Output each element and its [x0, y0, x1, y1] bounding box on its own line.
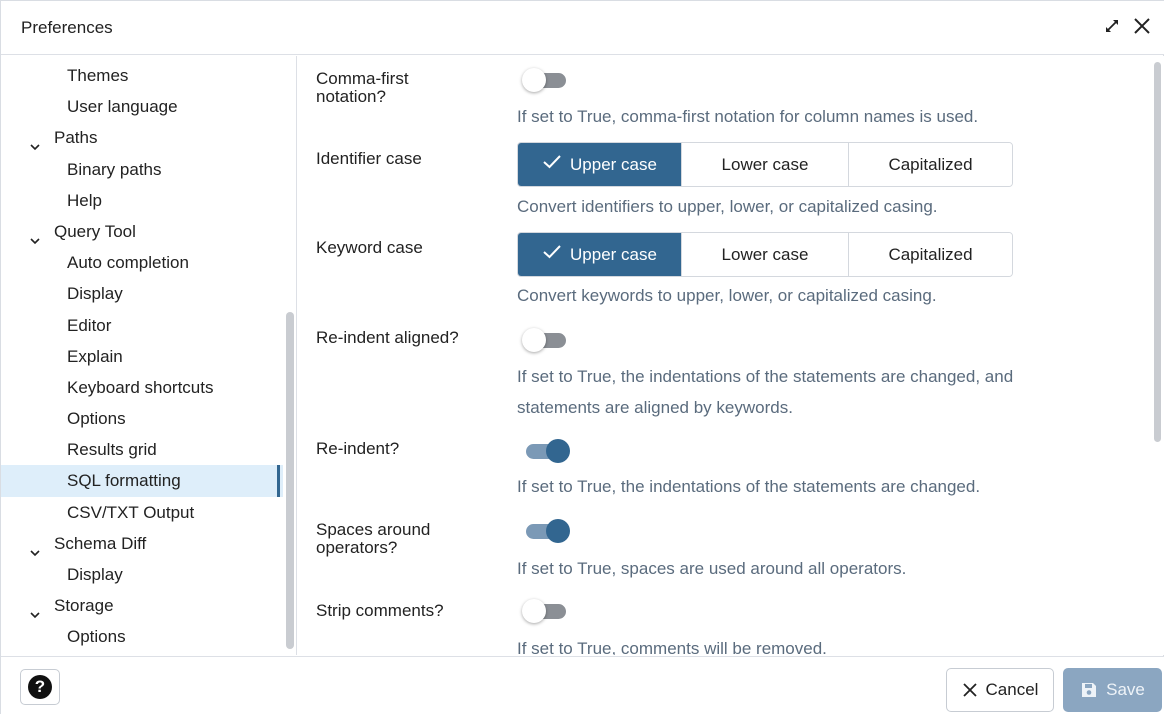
option-label: Upper case	[570, 244, 657, 264]
keyword-case-option[interactable]: Lower case	[682, 233, 849, 276]
identifier-case-option[interactable]: Capitalized	[849, 143, 1012, 186]
tree-item-options[interactable]: Options	[1, 403, 283, 434]
strip-comments-help: If set to True, comments will be removed…	[517, 639, 827, 655]
comma-first-label: Comma-first notation?	[316, 69, 409, 106]
preferences-dialog: Preferences Themes User language Paths Bina…	[0, 0, 1164, 715]
identifier-case-option[interactable]: Upper case	[518, 143, 682, 186]
preferences-tree: Themes User language Paths Binary paths Help…	[1, 60, 283, 653]
reindent-toggle[interactable]	[522, 438, 572, 464]
strip-comments-label: Strip comments?	[316, 601, 444, 620]
reindent-help: If set to True, the indentations of the …	[517, 477, 981, 496]
keyword-case-selector: Upper case Lower case Capitalized	[517, 232, 1013, 277]
check-icon	[542, 154, 562, 175]
close-icon[interactable]	[1131, 15, 1153, 37]
dialog-footer: ? Cancel Save	[1, 656, 1164, 715]
comma-first-toggle[interactable]	[522, 67, 572, 93]
spaces-around-operators-label: Spaces around operators?	[316, 520, 431, 557]
reindent-aligned-label: Re-indent aligned?	[316, 328, 459, 347]
tree-item-label: Storage	[54, 596, 114, 616]
reindent-aligned-help: If set to True, the indentations of the …	[517, 367, 1014, 417]
keyword-case-option[interactable]: Upper case	[518, 233, 682, 276]
tree-item-sql-formatting[interactable]: SQL formatting	[1, 465, 283, 497]
tree-item-label: User language	[67, 97, 178, 117]
tree-item-label: SQL formatting	[67, 471, 181, 491]
reindent-label: Re-indent?	[316, 439, 400, 458]
floppy-disk-icon	[1082, 683, 1097, 697]
tree-item-editor[interactable]: Editor	[1, 310, 283, 341]
tree-item-options[interactable]: Options	[1, 621, 283, 652]
strip-comments-toggle[interactable]	[522, 598, 572, 624]
tree-item-label: Binary paths	[67, 159, 162, 179]
chevron-down-icon[interactable]	[29, 132, 41, 151]
sql-formatting-settings: Comma-first notation? If set to True, co…	[298, 56, 1164, 655]
tree-item-label: Explain	[67, 346, 123, 366]
tree-item-label: Options	[67, 627, 126, 647]
spaces-around-operators-help: If set to True, spaces are used around a…	[517, 559, 907, 578]
tree-item-label: Schema Diff	[54, 533, 147, 553]
tree-item-display[interactable]: Display	[1, 559, 283, 590]
tree-group-query-tool[interactable]: Query Tool	[1, 216, 283, 247]
tree-item-label: CSV/TXT Output	[67, 502, 195, 522]
tree-item-results-grid[interactable]: Results grid	[1, 434, 283, 465]
tree-item-label: Paths	[54, 128, 98, 148]
tree-group-paths[interactable]: Paths	[1, 122, 283, 153]
option-label: Capitalized	[888, 154, 973, 174]
option-label: Lower case	[721, 244, 809, 264]
tree-item-label: Editor	[67, 315, 112, 335]
tree-item-label: Display	[67, 565, 123, 584]
tree-item-auto-completion[interactable]: Auto completion	[1, 247, 283, 278]
tree-item-label: Themes	[67, 66, 129, 85]
reindent-aligned-toggle[interactable]	[522, 327, 572, 353]
dialog-title: Preferences	[21, 18, 113, 37]
option-label: Lower case	[721, 154, 809, 174]
titlebar-actions	[1101, 15, 1153, 37]
tree-group-schema-diff[interactable]: Schema Diff	[1, 528, 283, 559]
tree-item-themes[interactable]: Themes	[1, 60, 283, 91]
tree-item-label: Keyboard shortcuts	[67, 377, 214, 397]
check-icon	[542, 244, 562, 265]
tree-item-binary-paths[interactable]: Binary paths	[1, 154, 283, 185]
content-scrollbar[interactable]	[1154, 62, 1161, 442]
x-icon	[962, 683, 977, 697]
tree-item-csv-txt-output[interactable]: CSV/TXT Output	[1, 497, 283, 528]
save-button-label: Save	[1106, 680, 1145, 699]
chevron-down-icon[interactable]	[29, 226, 41, 245]
keyword-case-option[interactable]: Capitalized	[849, 233, 1012, 276]
identifier-case-selector: Upper case Lower case Capitalized	[517, 142, 1013, 187]
identifier-case-help: Convert identifiers to upper, lower, or …	[517, 197, 938, 216]
option-label: Capitalized	[888, 244, 973, 264]
cancel-button-label: Cancel	[985, 680, 1039, 699]
keyword-case-help: Convert keywords to upper, lower, or cap…	[517, 286, 937, 305]
identifier-case-label: Identifier case	[316, 149, 422, 168]
tree-item-label: Options	[67, 409, 126, 429]
tree-item-label: Results grid	[67, 440, 157, 460]
tree-item-label: Help	[67, 190, 102, 210]
chevron-down-icon[interactable]	[29, 600, 41, 619]
save-button[interactable]: Save	[1063, 668, 1162, 712]
tree-group-storage[interactable]: Storage	[1, 590, 283, 621]
spaces-around-operators-toggle[interactable]	[522, 518, 572, 544]
comma-first-help: If set to True, comma-first notation for…	[517, 107, 979, 126]
tree-item-help[interactable]: Help	[1, 185, 283, 216]
tree-item-display[interactable]: Display	[1, 278, 283, 309]
tree-item-explain[interactable]: Explain	[1, 341, 283, 372]
tree-item-label: Display	[67, 284, 123, 304]
tree-item-label: Query Tool	[54, 221, 136, 241]
preferences-tree-panel: Themes User language Paths Binary paths Help…	[1, 56, 297, 655]
tree-item-user-language[interactable]: User language	[1, 91, 283, 122]
chevron-down-icon[interactable]	[29, 538, 41, 556]
dialog-titlebar: Preferences	[1, 1, 1164, 55]
expand-icon[interactable]	[1101, 15, 1123, 37]
sidebar-scrollbar[interactable]	[286, 312, 294, 649]
option-label: Upper case	[570, 154, 657, 174]
identifier-case-option[interactable]: Lower case	[682, 143, 849, 186]
question-circle-icon: ?	[28, 675, 52, 699]
help-button[interactable]: ?	[20, 669, 60, 705]
keyword-case-label: Keyword case	[316, 238, 423, 257]
tree-item-keyboard-shortcuts[interactable]: Keyboard shortcuts	[1, 372, 283, 403]
tree-item-label: Auto completion	[67, 253, 189, 273]
cancel-button[interactable]: Cancel	[946, 668, 1054, 712]
